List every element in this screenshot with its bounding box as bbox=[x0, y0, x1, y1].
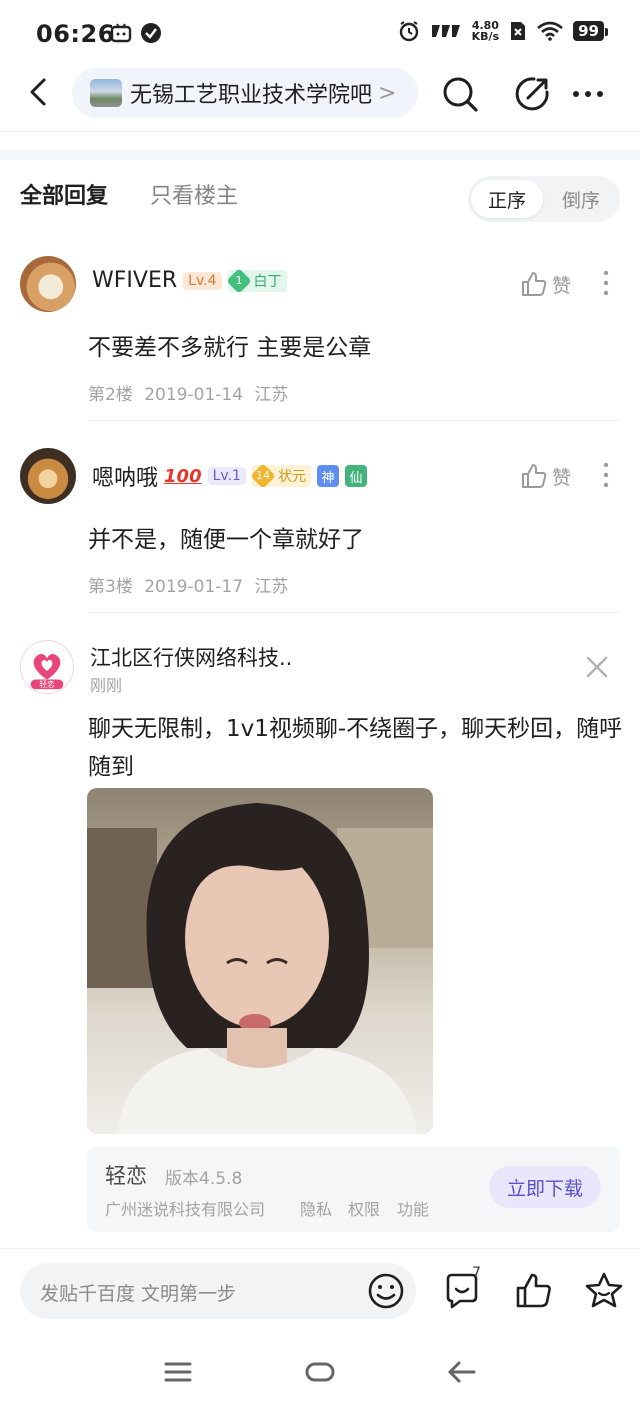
ad-content: 聊天无限制，1v1视频聊-不绕圈子，聊天秒回，随呼随到 bbox=[88, 716, 623, 780]
status-time: 06:26 bbox=[36, 20, 115, 48]
hundred-points-icon: 100 bbox=[164, 465, 202, 487]
alarm-icon bbox=[399, 21, 418, 42]
ad-photo bbox=[87, 803, 433, 1134]
order-desc-button[interactable]: 倒序 bbox=[545, 180, 617, 218]
section-divider bbox=[0, 150, 640, 160]
forum-name: 无锡工艺职业技术学院吧 bbox=[130, 83, 373, 108]
shen-badge: 神 bbox=[316, 465, 339, 487]
ad-company: 广州迷说科技有限公司 bbox=[105, 1200, 266, 1219]
divider bbox=[88, 612, 620, 613]
chevron-right-icon: > bbox=[378, 80, 397, 106]
ad-time: 刚刚 bbox=[90, 676, 123, 695]
forum-link[interactable]: 无锡工艺职业技术学院吧 > bbox=[72, 68, 418, 118]
permissions-link[interactable]: 权限 bbox=[348, 1196, 380, 1220]
ad-version: 版本4.5.8 bbox=[165, 1169, 243, 1189]
bottom-bar: 发贴千百度 文明第一步 7 bbox=[0, 1248, 640, 1338]
share-icon[interactable] bbox=[512, 74, 552, 114]
download-button[interactable]: 立即下载 bbox=[489, 1166, 601, 1208]
emoji-icon[interactable] bbox=[366, 1271, 406, 1311]
more-vertical-icon[interactable] bbox=[596, 460, 616, 490]
svg-text:轻恋: 轻恋 bbox=[39, 679, 55, 689]
username[interactable]: 嗯呐哦 bbox=[92, 460, 158, 492]
more-icon[interactable] bbox=[570, 74, 610, 114]
back-icon[interactable] bbox=[446, 1356, 478, 1388]
home-icon[interactable] bbox=[304, 1356, 336, 1388]
order-toggle: 正序 倒序 bbox=[468, 176, 620, 222]
comment-count: 7 bbox=[472, 1265, 481, 1281]
comment-placeholder: 发贴千百度 文明第一步 bbox=[40, 1283, 237, 1305]
signal-icon bbox=[431, 25, 460, 37]
bilibili-icon bbox=[110, 23, 132, 43]
forum-avatar bbox=[90, 79, 122, 107]
ad-app-name: 轻恋 bbox=[105, 1164, 147, 1188]
thumb-up-icon[interactable] bbox=[514, 1271, 554, 1311]
reply-meta: 第3楼 2019-01-17 江苏 bbox=[88, 577, 289, 597]
order-asc-button[interactable]: 正序 bbox=[471, 180, 543, 218]
username[interactable]: WFIVER bbox=[92, 268, 177, 293]
like-button[interactable]: 赞 bbox=[520, 462, 571, 490]
close-icon[interactable] bbox=[584, 654, 610, 680]
thumb-up-icon bbox=[522, 272, 547, 296]
level-badge: Lv.1 bbox=[207, 467, 246, 485]
avatar[interactable] bbox=[20, 448, 76, 504]
xian-badge: 仙 bbox=[344, 465, 367, 487]
features-link[interactable]: 功能 bbox=[397, 1196, 429, 1220]
reply-meta: 第2楼 2019-01-14 江苏 bbox=[88, 385, 289, 405]
tab-owner-only[interactable]: 只看楼主 bbox=[150, 178, 238, 210]
reply-content: 并不是，随便一个章就好了 bbox=[88, 527, 364, 553]
sim-off-icon bbox=[511, 22, 526, 40]
ad-app-card[interactable]: 轻恋 版本4.5.8 广州迷说科技有限公司 隐私 权限 功能 立即下载 bbox=[87, 1146, 620, 1232]
level-badge: Lv.4 bbox=[183, 271, 222, 290]
search-icon[interactable] bbox=[440, 74, 480, 114]
tab-all-replies[interactable]: 全部回复 bbox=[20, 178, 108, 210]
status-bar: 06:26 4.80 KB/s 99 bbox=[0, 0, 640, 64]
like-button[interactable]: 赞 bbox=[520, 270, 571, 298]
wifi-icon bbox=[537, 21, 563, 41]
back-arrow-icon[interactable] bbox=[22, 74, 58, 110]
comment-input[interactable]: 发贴千百度 文明第一步 bbox=[20, 1263, 416, 1319]
menu-icon[interactable] bbox=[162, 1356, 194, 1388]
system-nav bbox=[0, 1338, 640, 1408]
thumb-up-icon bbox=[522, 464, 547, 488]
reply-item: 嗯呐哦 100 Lv.1 14 状元 神 仙 赞 并不是，随便一个章就好了 第3… bbox=[20, 448, 620, 598]
battery-icon: 99 bbox=[573, 21, 608, 41]
privacy-link[interactable]: 隐私 bbox=[300, 1196, 332, 1220]
rank-badge: 1 白丁 bbox=[225, 267, 287, 294]
avatar[interactable] bbox=[20, 256, 76, 312]
net-speed: 4.80 KB/s bbox=[471, 19, 500, 43]
divider bbox=[88, 420, 620, 421]
star-icon[interactable] bbox=[584, 1271, 624, 1311]
reply-content: 不要差不多就行 主要是公章 bbox=[88, 335, 372, 361]
more-vertical-icon[interactable] bbox=[596, 268, 616, 298]
nav-bar: 无锡工艺职业技术学院吧 > bbox=[0, 64, 640, 132]
rank-badge: 14 状元 bbox=[250, 463, 311, 489]
check-circle-icon bbox=[141, 23, 161, 43]
ad-image[interactable] bbox=[87, 788, 433, 1134]
ad-advertiser[interactable]: 江北区行侠网络科技.. bbox=[90, 642, 292, 672]
ad-logo[interactable]: 轻恋 bbox=[20, 640, 74, 694]
reply-item: WFIVER Lv.4 1 白丁 赞 不要差不多就行 主要是公章 第2楼 201… bbox=[20, 256, 620, 406]
